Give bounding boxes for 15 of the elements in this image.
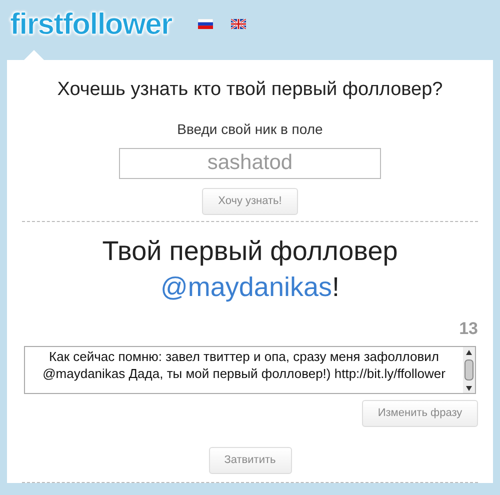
nickname-field[interactable]: sashatod xyxy=(119,148,381,180)
tweet-button[interactable]: Затвитить xyxy=(208,447,292,474)
flag-icon[interactable] xyxy=(230,19,246,29)
field-label: Введи свой ник в поле xyxy=(177,120,323,139)
change-phrase-button[interactable]: Изменить фразу xyxy=(362,400,478,428)
site-logo[interactable]: firstfollower xyxy=(10,2,172,46)
result-heading: Твой первый фолловер xyxy=(102,235,398,268)
scrollbar-icon[interactable] xyxy=(463,346,475,394)
follower-handle: @maydanikas! xyxy=(160,271,340,304)
message-field[interactable]: Как сейчас помню: завел твиттер и опа, сразу меня зафолловил @maydanikas Дада, ты мой первый фолловер!) http://bit.ly/ffollower xyxy=(24,346,476,394)
flag-icon[interactable] xyxy=(198,19,213,29)
character-counter: 13 xyxy=(459,318,478,340)
follower-link[interactable]: @maydanikas xyxy=(160,272,332,302)
find-out-button[interactable]: Хочу узнать! xyxy=(202,188,298,216)
question-heading: Хочешь узнать кто твой первый фолловер? xyxy=(57,78,443,102)
